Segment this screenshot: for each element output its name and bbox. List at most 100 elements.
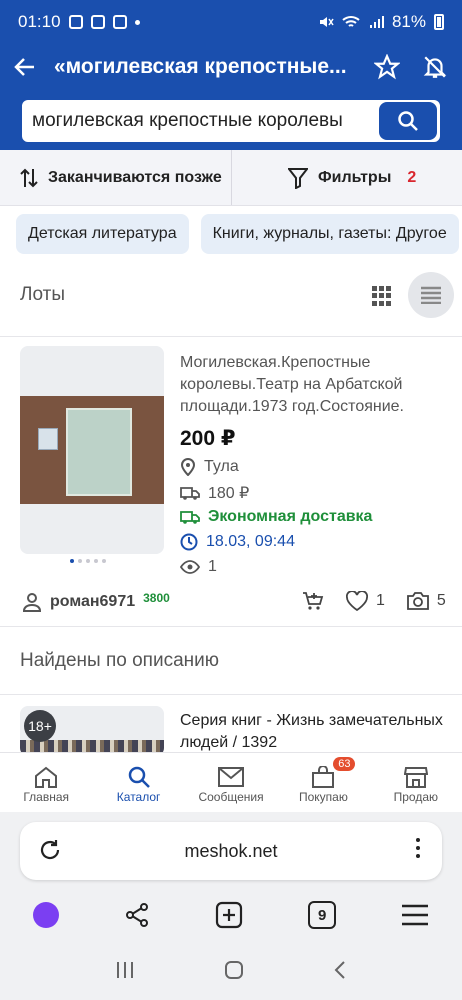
buying-count-badge: 63 [333,757,356,771]
browser-menu-icon[interactable] [416,838,420,858]
lot-delivery: Экономная доставка [208,508,373,525]
add-to-cart-button[interactable] [302,590,324,612]
chip-children-literature[interactable]: Детская литература [16,214,189,254]
filter-label: Фильтры [318,168,392,186]
chip-books-magazines[interactable]: Книги, журналы, газеты: Другое [200,214,459,254]
mute-icon [319,17,334,27]
favorite-star-icon[interactable] [374,54,400,80]
tab-selling[interactable]: Продаю [370,753,462,812]
signal-icon [369,16,384,28]
recent-apps-icon[interactable] [115,960,135,980]
browser-address-area: meshok.net [0,812,462,890]
status-bar: 01:10 81% [0,0,462,44]
search-area [0,90,462,150]
lot-views-row: 1 [180,558,217,576]
share-icon[interactable] [124,902,150,928]
sort-label: Заканчиваются позже [48,168,222,186]
tab-catalog[interactable]: Каталог [92,753,184,812]
photo-pager-dots [70,559,106,563]
seller-name: роман6971 [50,593,136,610]
reload-icon[interactable] [38,838,62,862]
lot-city: Тула [204,458,239,475]
back-nav-icon[interactable] [333,960,347,980]
search-input[interactable] [32,110,379,132]
lot-title[interactable]: Могилевская.Крепостные королевы.Театр на… [180,352,450,418]
sort-filter-bar: Заканчиваются позже Фильтры 2 [0,150,462,206]
lot-end-time: 18.03, 09:44 [206,533,295,550]
found-by-description-heading: Найдены по описанию [20,650,220,671]
add-to-cart-icon [303,592,324,610]
lot-shipping-row: 180 ₽ [180,483,249,503]
heart-icon [346,591,368,611]
photos-button[interactable]: 5 [407,591,446,611]
url-text: meshok.net [184,840,278,861]
lot-shipping-price: 180 ₽ [208,485,250,502]
lot-photo[interactable] [20,346,164,554]
list-view-button[interactable] [408,272,454,318]
url-bar[interactable]: meshok.net [20,822,442,880]
clock-icon [180,533,198,551]
grid-view-icon[interactable] [372,286,392,306]
bottom-tab-bar: Главная Каталог Сообщения 63 Покупаю Про… [0,752,462,812]
home-nav-icon[interactable] [224,960,244,980]
tab-messages[interactable]: Сообщения [185,753,277,812]
filter-button[interactable]: Фильтры 2 [232,150,462,205]
app-notification-icon [90,15,105,29]
eye-icon [180,560,200,574]
lot-price: 200 ₽ [180,427,236,450]
search-icon [398,111,418,131]
category-chips: Детская литература Книги, журналы, газет… [16,214,459,254]
wifi-icon [342,16,360,27]
tabs-count-button[interactable]: 9 [308,901,337,929]
more-notifications-icon [134,19,140,25]
seller-info[interactable]: роман6971 3800 [22,591,170,612]
gallery-notification-icon [68,15,83,29]
sort-button[interactable]: Заканчиваются позже [0,150,232,205]
results-panel: Детская литература Книги, журналы, газет… [0,206,462,752]
catalog-search-icon [128,766,150,788]
envelope-icon [218,767,245,787]
battery-icon [434,14,444,30]
list-view-icon [421,286,441,304]
delivery-truck-icon [180,511,200,524]
age-restriction-badge: 18+ [24,710,56,742]
location-pin-icon [180,458,196,476]
tab-selling-label: Продаю [393,790,439,804]
lot-views: 1 [208,558,217,575]
notifications-off-icon[interactable] [422,54,448,80]
book-cover-image [66,408,132,496]
voice-assistant-icon[interactable] [32,902,59,928]
tab-buying-label: Покупаю [298,790,348,804]
lot-city-row: Тула [180,458,239,476]
filter-funnel-icon [288,167,308,189]
browser-toolbar: 9 [0,890,462,940]
divider [0,694,462,695]
hamburger-menu-icon[interactable] [401,904,429,926]
shopping-bag-icon [312,766,335,788]
tab-messages-label: Сообщения [198,790,264,804]
photos-count: 5 [436,592,446,609]
camera-icon [407,592,429,610]
tab-catalog-label: Каталог [116,790,161,804]
tab-buying[interactable]: 63 Покупаю [277,753,369,812]
search-button[interactable] [379,102,437,140]
home-icon [35,766,58,788]
lot-end-time-row: 18.03, 09:44 [180,533,295,551]
back-arrow-icon[interactable] [14,56,36,78]
sort-arrows-icon [20,168,38,187]
matchbox-image [38,428,58,450]
tab-home-label: Главная [23,790,70,804]
page-title: «могилевская крепостные... [54,55,347,78]
app-bar: «могилевская крепостные... [0,44,462,90]
favorite-button[interactable]: 1 [346,591,385,611]
lot-actions: 1 5 [302,590,462,612]
lot-delivery-row: Экономная доставка [180,508,372,526]
tab-home[interactable]: Главная [0,753,92,812]
filter-count-badge: 2 [407,168,417,186]
new-tab-icon[interactable] [215,901,243,929]
user-icon [22,593,42,612]
divider [0,336,462,337]
truck-icon [180,487,200,500]
lot2-title[interactable]: Серия книг - Жизнь замечательных людей /… [180,710,450,752]
divider [0,626,462,627]
